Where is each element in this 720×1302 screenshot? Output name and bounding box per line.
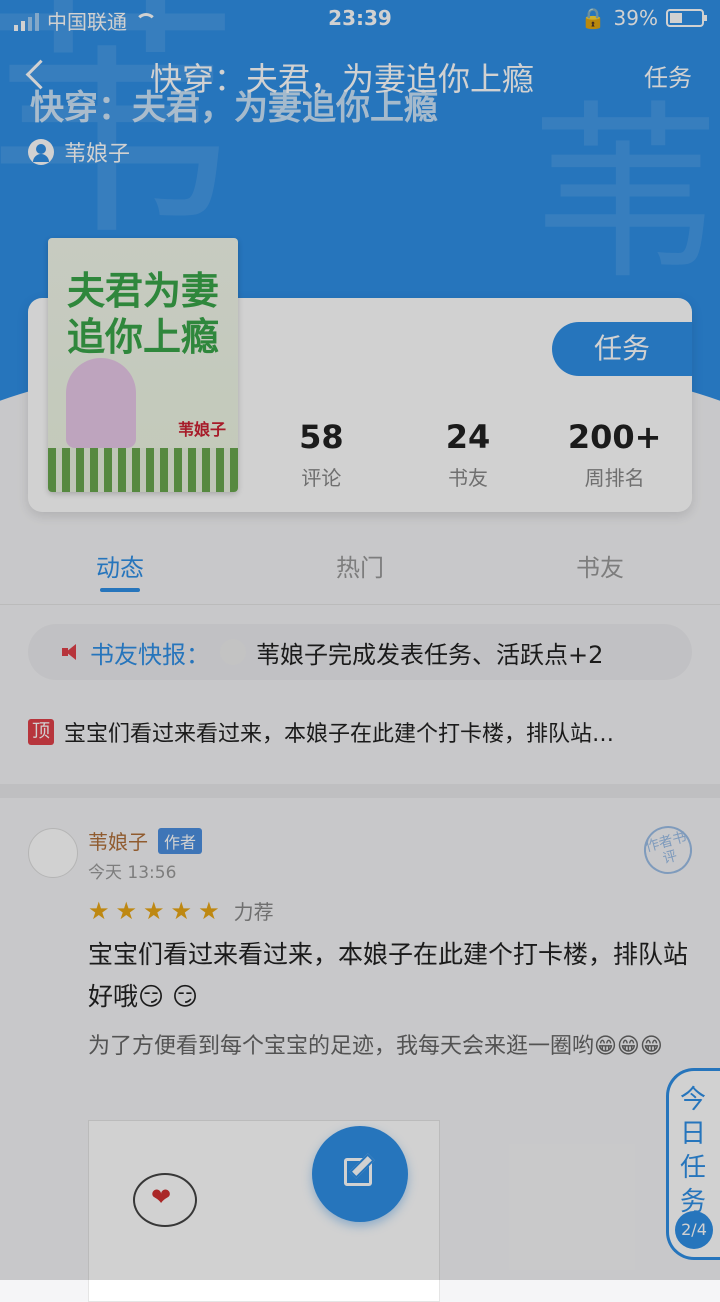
tab-friends[interactable]: 书友 bbox=[480, 548, 720, 604]
star-icon: ★ bbox=[88, 896, 110, 925]
task-link[interactable]: 任务 bbox=[644, 58, 692, 93]
rating: ★ ★ ★ ★ ★ 力荐 bbox=[88, 896, 274, 925]
avatar[interactable] bbox=[28, 828, 78, 878]
author-review-stamp: 作者书评 bbox=[638, 820, 698, 880]
news-label: 书友快报： bbox=[90, 640, 210, 669]
post-body: 为了方便看到每个宝宝的足迹，我每天会来逛一圈哟😁😁😁 bbox=[88, 1034, 663, 1059]
author-name: 苇娘子 bbox=[64, 142, 131, 167]
battery-icon bbox=[666, 9, 707, 27]
cover-illustration bbox=[66, 358, 136, 448]
author-badge: 作者 bbox=[158, 827, 203, 854]
cover-author: 苇娘子 bbox=[177, 420, 226, 439]
star-icon: ★ bbox=[143, 896, 165, 925]
pinned-post[interactable]: 顶 宝宝们看过来看过来，本娘子在此建个打卡楼，排队站… bbox=[28, 716, 692, 748]
star-icon: ★ bbox=[170, 896, 193, 925]
book-cover[interactable]: 夫君为妻追你上瘾 苇娘子 bbox=[48, 238, 238, 492]
stat-value: 58 bbox=[299, 418, 344, 456]
stat-friends[interactable]: 24 书友 bbox=[395, 418, 542, 491]
daily-task-label: 今日任务 bbox=[679, 1085, 706, 1217]
cover-fence bbox=[48, 448, 238, 492]
compose-button[interactable] bbox=[312, 1126, 408, 1222]
stat-label: 书友 bbox=[448, 466, 488, 490]
rotation-lock-icon: 🔒 bbox=[580, 6, 606, 30]
stat-value: 24 bbox=[445, 418, 491, 456]
book-title: 快穿：夫君，为妻追你上瘾 bbox=[30, 88, 438, 128]
stat-comments[interactable]: 58 评论 bbox=[248, 418, 395, 491]
news-ticker[interactable]: 书友快报： 苇娘子完成发表任务、活跃点+2 bbox=[28, 624, 692, 680]
edit-icon bbox=[344, 1158, 372, 1186]
task-button[interactable]: 任务 bbox=[552, 322, 692, 376]
author-row[interactable]: 苇娘子 bbox=[28, 136, 130, 168]
post-author-row: 苇娘子 作者 bbox=[88, 826, 203, 855]
star-icon: ★ bbox=[115, 896, 138, 925]
speaker-icon bbox=[62, 642, 82, 662]
news-text: 苇娘子完成发表任务、活跃点+2 bbox=[256, 640, 604, 669]
tab-divider bbox=[0, 604, 720, 605]
star-icon: ★ bbox=[198, 896, 220, 925]
tab-hot[interactable]: 热门 bbox=[240, 548, 480, 604]
post-time: 今天 13:56 bbox=[88, 863, 177, 883]
stat-label: 周排名 bbox=[584, 466, 645, 490]
section-separator bbox=[0, 784, 720, 798]
post-headline: 宝宝们看过来看过来，本娘子在此建个打卡楼，排队站好哦😏 😏 bbox=[88, 940, 689, 1011]
rating-label: 力荐 bbox=[233, 900, 274, 924]
tab-activity[interactable]: 动态 bbox=[0, 548, 240, 604]
pinned-badge: 顶 bbox=[28, 719, 54, 745]
tab-bar: 动态 热门 书友 bbox=[0, 548, 720, 604]
heart-icon bbox=[133, 1173, 197, 1227]
cover-title: 夫君为妻追你上瘾 bbox=[66, 269, 219, 359]
daily-task-widget[interactable]: 今日任务 2/4 bbox=[666, 1068, 720, 1260]
stats-row: 58 评论 24 书友 200+ 周排名 bbox=[248, 418, 688, 491]
pinned-text: 宝宝们看过来看过来，本娘子在此建个打卡楼，排队站… bbox=[64, 722, 615, 747]
stat-value: 200+ bbox=[567, 418, 662, 456]
stat-label: 评论 bbox=[301, 466, 342, 490]
user-icon bbox=[28, 139, 54, 165]
watermark-char: 苇 bbox=[530, 84, 720, 305]
battery-percent: 39% bbox=[613, 6, 658, 30]
status-bar: 中国联通 23:39 🔒 39% bbox=[0, 0, 720, 36]
post-author[interactable]: 苇娘子 bbox=[88, 826, 148, 855]
status-right: 🔒 39% bbox=[580, 6, 707, 30]
stat-rank[interactable]: 200+ 周排名 bbox=[541, 418, 688, 491]
daily-task-count: 2/4 bbox=[675, 1211, 713, 1249]
news-avatar bbox=[220, 639, 246, 665]
